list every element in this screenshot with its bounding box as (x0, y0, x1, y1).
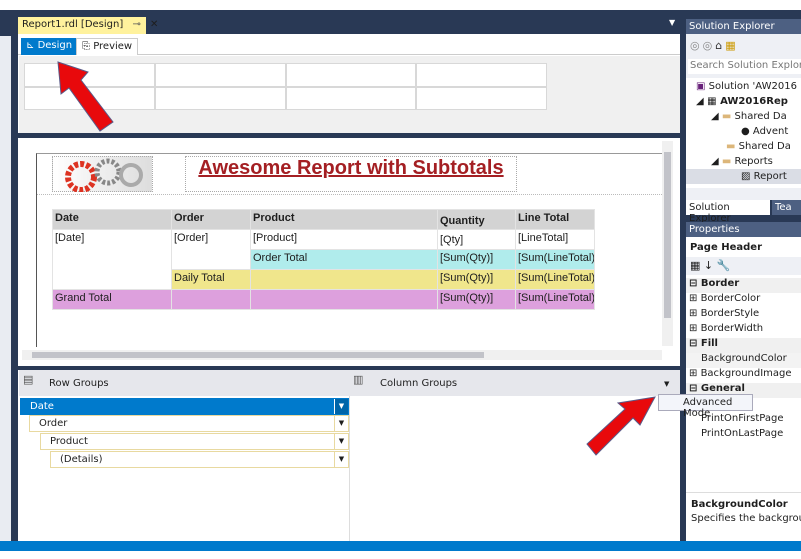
document-tab[interactable]: Report1.rdl [Design] ⊸ ✕ (18, 17, 158, 34)
solution-search-input[interactable]: Search Solution Explor (688, 59, 801, 74)
prop-category-fill[interactable]: ⊟ Fill (686, 338, 801, 353)
tab-preview[interactable]: ⎘ Preview (76, 38, 139, 55)
tab-preview-label: Preview (93, 41, 133, 52)
tree-item-report[interactable]: ▨ Report (686, 169, 801, 184)
tree-item-project[interactable]: ◢ ▦ AW2016Rep (696, 96, 788, 107)
row-group-order[interactable]: Order ▼ (29, 415, 349, 432)
back-icon[interactable]: ◎ (690, 39, 703, 52)
tree-item-datasource[interactable]: ● Advent (741, 126, 788, 137)
grouping-header (19, 370, 680, 396)
report-title: Awesome Report with Subtotals (198, 157, 504, 179)
report-tablix[interactable]: Date Order Product Quantity Line Total [… (52, 209, 595, 310)
cell[interactable]: [LineTotal] (515, 229, 595, 250)
tree-item-shared-datasources[interactable]: ◢ ▬ Shared Da (711, 111, 787, 122)
cell[interactable]: [Sum(LineTotal) (515, 269, 595, 290)
tree-item-shared-datasets[interactable]: ▬ Shared Da (726, 141, 791, 152)
pin-icon[interactable]: ⊸ (132, 19, 140, 30)
cell[interactable]: [Date] (52, 229, 172, 290)
header-grid[interactable] (24, 63, 547, 110)
forward-icon[interactable]: ◎ (703, 39, 716, 52)
table-header-row: Date Order Product Quantity Line Total (52, 209, 595, 230)
tab-solution-explorer[interactable]: Solution Explorer (686, 200, 770, 224)
header-cell[interactable]: Product (250, 209, 438, 230)
preview-icon: ⎘ (82, 41, 94, 52)
home-icon[interactable]: ⌂ (715, 39, 725, 52)
row-group-date[interactable]: Date ▼ (20, 398, 349, 415)
column-groups-icon: ▥ (353, 373, 364, 386)
cell[interactable] (250, 269, 438, 290)
cell[interactable]: Order Total (250, 249, 438, 270)
description-divider (686, 492, 801, 493)
row-group-product[interactable]: Product ▼ (40, 433, 349, 450)
categorized-icon[interactable]: ▦ (690, 259, 700, 272)
row-group-label: Order (39, 418, 68, 429)
document-tab-title: Report1.rdl [Design] (22, 19, 124, 30)
description-text: Specifies the backgrou (691, 513, 801, 524)
cell[interactable]: [Order] (171, 229, 251, 270)
table-row-detail: [Date] [Order] [Product] [Qty] [LineTota… (52, 229, 595, 290)
chevron-down-icon[interactable]: ▼ (334, 434, 348, 449)
row-group-details[interactable]: (Details) ▼ (50, 451, 349, 468)
prop-backgroundimage[interactable]: ⊞ BackgroundImage (686, 368, 801, 383)
cell[interactable]: [Sum(Qty)] (437, 249, 516, 270)
row-groups-label: Row Groups (49, 378, 109, 389)
properties-title: Properties (686, 222, 801, 237)
properties-toolbar: ▦ ↓ 🔧 (686, 257, 801, 275)
document-dropdown-icon[interactable]: ▼ (669, 18, 675, 27)
cell[interactable] (250, 289, 438, 310)
tab-team[interactable]: Tea (772, 200, 801, 215)
gears-logo-image[interactable] (52, 156, 153, 193)
vertical-scroll-thumb[interactable] (664, 152, 671, 318)
solution-toolbar[interactable]: ◎◎⌂▦ (690, 39, 739, 52)
chevron-down-icon[interactable]: ▼ (334, 416, 348, 431)
column-groups-label: Column Groups (380, 378, 458, 389)
row-group-label: (Details) (60, 454, 103, 465)
chevron-down-icon[interactable]: ▼ (334, 399, 348, 414)
cell[interactable]: [Product] (250, 229, 438, 250)
header-cell[interactable]: Line Total (515, 209, 595, 230)
grouping-divider (349, 396, 350, 541)
cell[interactable]: [Qty] (437, 229, 516, 250)
row-groups-icon: ▤ (23, 373, 34, 386)
header-cell[interactable]: Date (52, 209, 172, 230)
cell[interactable]: [Sum(Qty)] (437, 269, 516, 290)
tab-design-label: Design (37, 40, 73, 51)
row-group-label: Date (30, 401, 54, 412)
prop-borderwidth[interactable]: ⊞ BorderWidth (686, 323, 801, 338)
alphabetical-icon[interactable]: ↓ (704, 259, 713, 272)
prop-backgroundcolor[interactable]: BackgroundColor (686, 353, 801, 368)
solution-explorer-title: Solution Explorer (686, 19, 801, 34)
grouping-dropdown-icon[interactable]: ▼ (664, 380, 669, 388)
tab-design[interactable]: ⊾ Design (21, 38, 78, 55)
properties-object[interactable]: Page Header (690, 242, 762, 253)
cell[interactable] (171, 289, 251, 310)
horizontal-scroll-thumb[interactable] (32, 352, 484, 358)
cell[interactable]: [Sum(Qty)] (437, 289, 516, 310)
cell[interactable]: [Sum(LineTotal) (515, 289, 595, 310)
prop-borderstyle[interactable]: ⊞ BorderStyle (686, 308, 801, 323)
advanced-mode-menu-item[interactable]: Advanced Mode (658, 394, 753, 419)
close-icon[interactable]: ✕ (150, 19, 158, 30)
chevron-down-icon[interactable]: ▼ (334, 452, 348, 467)
header-cell[interactable]: Order (171, 209, 251, 230)
header-cell[interactable]: Quantity (437, 209, 516, 230)
cell[interactable]: Grand Total (52, 289, 172, 310)
sync-icon[interactable]: ▦ (725, 39, 738, 52)
tree-item-reports[interactable]: ◢ ▬ Reports (711, 156, 773, 167)
prop-printonlastpage[interactable]: PrintOnLastPage (686, 428, 801, 443)
table-row-grand-total: Grand Total [Sum(Qty)] [Sum(LineTotal) (52, 289, 595, 310)
status-bar (0, 541, 801, 551)
cell[interactable]: [Sum(LineTotal) (515, 249, 595, 270)
property-pages-wrench-icon[interactable]: 🔧 (717, 259, 731, 272)
description-title: BackgroundColor (691, 499, 788, 510)
left-toolbox-strip (0, 36, 14, 541)
tree-item-solution[interactable]: ▣ Solution 'AW2016 (696, 81, 797, 92)
page-header-divider (37, 194, 662, 195)
cell[interactable]: Daily Total (171, 269, 251, 290)
prop-category-border[interactable]: ⊟ Border (686, 278, 801, 293)
row-group-label: Product (50, 436, 88, 447)
prop-bordercolor[interactable]: ⊞ BorderColor (686, 293, 801, 308)
solution-tree: ▣ Solution 'AW2016 ◢ ▦ AW2016Rep ◢ ▬ Sha… (686, 78, 801, 188)
design-ruler-icon: ⊾ (26, 40, 38, 51)
